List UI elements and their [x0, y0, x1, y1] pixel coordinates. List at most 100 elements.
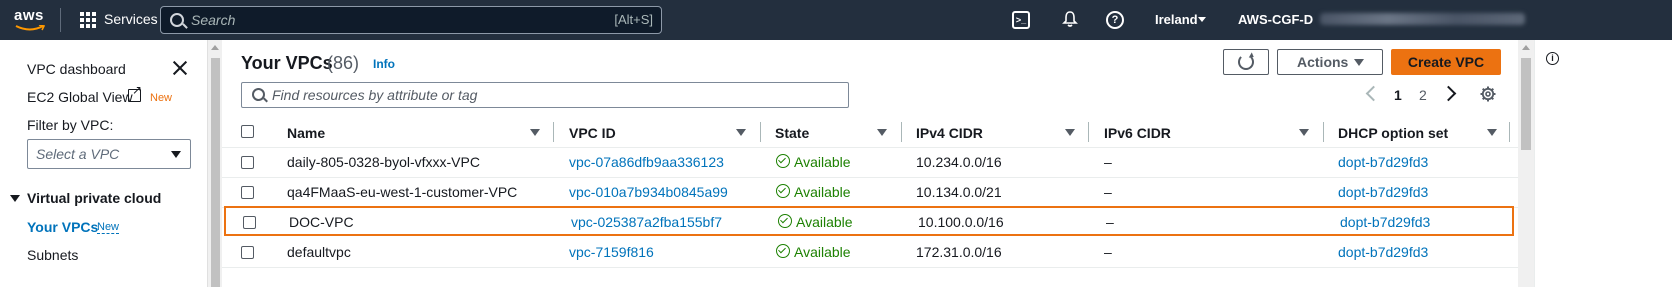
sidebar-item-your-vpcs[interactable]: Your VPCs	[27, 219, 98, 235]
sidebar-item-subnets[interactable]: Subnets	[27, 247, 78, 263]
dhcp-option-set-link[interactable]: dopt-b7d29fd3	[1340, 214, 1430, 230]
vpc-name: defaultvpc	[287, 244, 351, 260]
account-name-redacted	[1320, 13, 1525, 25]
sidebar-item-vpc-dashboard[interactable]: VPC dashboard	[27, 61, 126, 77]
dhcp-option-set-link[interactable]: dopt-b7d29fd3	[1338, 184, 1428, 200]
search-icon	[252, 88, 265, 101]
table-row[interactable]: defaultvpc vpc-7159f816 Available 172.31…	[222, 237, 1518, 268]
aws-smile-icon	[15, 25, 45, 31]
sort-caret-icon[interactable]	[530, 129, 540, 136]
column-header-name[interactable]: Name	[287, 125, 325, 141]
global-search-input[interactable]: Search [Alt+S]	[160, 6, 662, 34]
vpc-count: (86)	[327, 53, 360, 73]
bell-icon	[1062, 11, 1078, 27]
sidebar-item-ec2-global-view[interactable]: EC2 Global View	[27, 89, 133, 105]
table-row[interactable]: daily-805-0328-byol-vfxxx-VPC vpc-07a86d…	[222, 147, 1518, 178]
new-badge: New	[150, 92, 173, 104]
vpc-id-link[interactable]: vpc-010a7b934b0845a99	[569, 184, 728, 200]
ipv4-cidr: 10.234.0.0/16	[916, 154, 1002, 170]
vpc-id-link[interactable]: vpc-025387a2fba155bf7	[571, 214, 722, 230]
column-header-vpc-id[interactable]: VPC ID	[569, 125, 616, 141]
column-separator[interactable]	[901, 122, 902, 142]
refresh-button[interactable]	[1223, 49, 1269, 75]
vpc-id-link[interactable]: vpc-7159f816	[569, 244, 654, 260]
column-separator[interactable]	[1323, 122, 1324, 142]
resource-filter-input[interactable]: Find resources by attribute or tag	[241, 82, 849, 108]
row-checkbox[interactable]	[241, 246, 254, 259]
pagination-next-icon[interactable]	[1440, 85, 1457, 102]
sort-caret-icon[interactable]	[736, 129, 746, 136]
search-icon	[170, 13, 184, 27]
gear-icon[interactable]	[1480, 86, 1496, 102]
sort-caret-icon[interactable]	[1299, 129, 1309, 136]
section-collapse-caret-icon[interactable]	[10, 195, 20, 202]
info-panel-icon[interactable]: i	[1546, 52, 1559, 65]
main-scrollbar[interactable]	[1518, 40, 1534, 287]
info-link[interactable]: Info	[373, 57, 395, 71]
ipv6-cidr: –	[1104, 154, 1112, 170]
create-vpc-button[interactable]: Create VPC	[1391, 49, 1501, 75]
chevron-down-icon	[1354, 59, 1364, 66]
column-separator[interactable]	[1509, 122, 1510, 142]
column-separator[interactable]	[1088, 122, 1089, 142]
notifications-bell-icon[interactable]	[1060, 10, 1080, 30]
column-header-dhcp-option-set[interactable]: DHCP option set	[1338, 125, 1448, 141]
status-badge: Available	[794, 244, 851, 260]
aws-logo[interactable]: aws	[14, 7, 48, 33]
vpc-filter-select[interactable]: Select a VPC	[27, 139, 191, 169]
status-badge: Available	[794, 184, 851, 200]
pagination-page-1[interactable]: 1	[1394, 87, 1402, 103]
vpc-name: DOC-VPC	[289, 214, 354, 230]
status-badge: Available	[796, 214, 853, 230]
filter-placeholder: Find resources by attribute or tag	[272, 87, 478, 103]
scroll-up-arrow-icon[interactable]	[211, 45, 219, 50]
region-chevron-down-icon	[1198, 17, 1206, 22]
sort-caret-icon[interactable]	[1487, 129, 1497, 136]
help-icon[interactable]: ?	[1106, 11, 1124, 29]
sidebar-scrollbar[interactable]	[207, 40, 223, 287]
scrollbar-thumb[interactable]	[211, 58, 220, 287]
close-icon[interactable]	[172, 60, 188, 76]
status-available-icon	[776, 154, 790, 168]
row-checkbox[interactable]	[243, 216, 256, 229]
column-separator[interactable]	[553, 122, 554, 142]
status-badge: Available	[794, 154, 851, 170]
main-content: Your VPCs (86) Info Actions Create VPC F…	[222, 40, 1518, 287]
region-selector[interactable]: Ireland	[1155, 12, 1198, 27]
cloudshell-icon[interactable]: >_	[1012, 11, 1030, 29]
column-header-ipv6-cidr[interactable]: IPv6 CIDR	[1104, 125, 1171, 141]
ipv4-cidr: 10.134.0.0/21	[916, 184, 1002, 200]
nav-divider	[60, 8, 61, 32]
row-checkbox[interactable]	[241, 156, 254, 169]
sort-caret-icon[interactable]	[877, 129, 887, 136]
vpc-filter-placeholder: Select a VPC	[36, 146, 120, 162]
status-available-icon	[776, 244, 790, 258]
account-menu[interactable]: AWS-CGF-D	[1238, 12, 1313, 27]
select-all-checkbox[interactable]	[241, 125, 254, 138]
dhcp-option-set-link[interactable]: dopt-b7d29fd3	[1338, 154, 1428, 170]
services-grid-icon[interactable]	[80, 12, 96, 28]
scrollbar-thumb[interactable]	[1521, 58, 1531, 150]
table-row-highlighted[interactable]: DOC-VPC vpc-025387a2fba155bf7 Available …	[224, 206, 1514, 236]
ipv4-cidr: 172.31.0.0/16	[916, 244, 1002, 260]
sort-caret-icon[interactable]	[1065, 129, 1075, 136]
services-menu-button[interactable]: Services	[104, 11, 158, 27]
column-separator[interactable]	[760, 122, 761, 142]
dhcp-option-set-link[interactable]: dopt-b7d29fd3	[1338, 244, 1428, 260]
refresh-icon	[1238, 54, 1254, 70]
ipv6-cidr: –	[1104, 244, 1112, 260]
top-navigation-bar: aws Services Search [Alt+S] >_ ? Ireland…	[0, 0, 1672, 40]
pagination-previous-icon[interactable]	[1365, 85, 1382, 102]
pagination-page-2[interactable]: 2	[1419, 87, 1427, 103]
vpc-id-link[interactable]: vpc-07a86dfb9aa336123	[569, 154, 724, 170]
column-header-state[interactable]: State	[775, 125, 809, 141]
status-available-icon	[778, 214, 792, 228]
ipv4-cidr: 10.100.0.0/16	[918, 214, 1004, 230]
scroll-up-arrow-icon[interactable]	[1522, 45, 1530, 50]
table-row[interactable]: qa4FMaaS-eu-west-1-customer-VPC vpc-010a…	[222, 177, 1518, 208]
actions-button[interactable]: Actions	[1277, 49, 1383, 75]
column-header-ipv4-cidr[interactable]: IPv4 CIDR	[916, 125, 983, 141]
search-shortcut-hint: [Alt+S]	[614, 12, 653, 27]
row-checkbox[interactable]	[241, 186, 254, 199]
sidebar-section-virtual-private-cloud[interactable]: Virtual private cloud	[27, 190, 161, 206]
